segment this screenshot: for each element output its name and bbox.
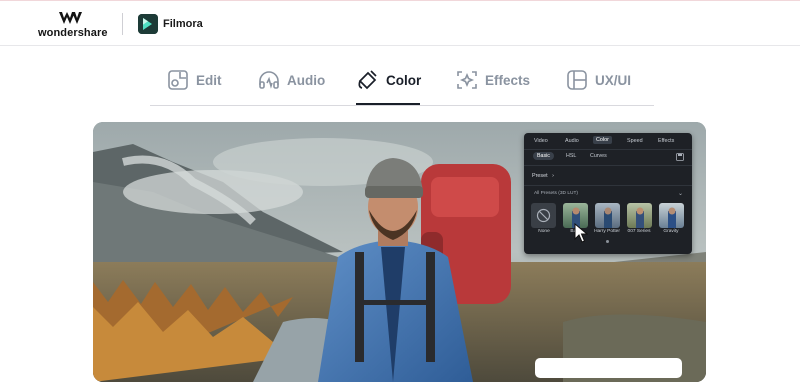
mouse-cursor-icon [574,223,588,243]
tab-edit-label: Edit [196,72,222,88]
tab-audio[interactable]: Audio [257,66,325,94]
panel-divider [524,165,692,166]
preset-thumbnail [668,207,676,228]
panel-divider [524,149,692,150]
tab-audio-label: Audio [287,72,326,88]
no-filter-icon [536,208,551,223]
effects-sparkle-icon [457,71,477,89]
wondershare-logo[interactable]: wondershare [38,11,108,39]
preset-007-series-label: 007 Series [627,229,651,234]
subtab-basic[interactable]: Basic [533,152,554,160]
wondershare-wordmark: wondershare [38,27,108,39]
preset-007-series[interactable] [627,203,652,228]
color-panel: Video Audio Color Speed Effects Basic HS… [524,133,692,254]
edit-icon [168,70,188,90]
panel-tab-effects[interactable]: Effects [658,138,674,144]
header-divider [122,13,123,35]
tab-effects[interactable]: Effects [455,66,530,94]
tab-ux-ui[interactable]: UX/UI [565,66,631,94]
tab-color[interactable]: Color [356,66,421,94]
active-tab-indicator [356,103,420,105]
subtab-curves[interactable]: Curves [590,153,607,159]
hero-video[interactable]: Video Audio Color Speed Effects Basic HS… [93,122,706,382]
filmora-logo-icon[interactable] [138,14,158,34]
preset-thumbnail [636,207,644,228]
preset-chevron-icon: › [552,173,554,179]
panel-tab-speed[interactable]: Speed [627,138,643,144]
preset-label: Preset [532,173,548,179]
preset-none[interactable] [531,203,556,228]
feature-tabs: Edit Audio Color Effects UX/UI [150,60,654,106]
headphones-icon [259,71,279,89]
carousel-indicator [606,240,609,243]
save-icon[interactable] [676,153,684,161]
top-bar: wondershare Filmora [0,0,800,46]
all-presets-dropdown[interactable]: All Presets (3D LUT) [534,191,578,196]
preset-gravity-label: Gravity [663,229,679,234]
filmora-label[interactable]: Filmora [163,18,203,30]
preset-thumbnail [604,207,612,228]
tab-ux-ui-label: UX/UI [595,72,632,88]
panel-divider [524,185,692,186]
panel-tab-audio[interactable]: Audio [565,138,579,144]
tab-edit[interactable]: Edit [166,66,222,94]
preset-gravity[interactable] [659,203,684,228]
layout-icon [567,70,587,90]
tab-color-label: Color [386,72,422,88]
chevron-down-icon[interactable]: ⌄ [678,190,683,197]
cta-button[interactable] [535,358,682,378]
preset-harry-potter[interactable] [595,203,620,228]
preset-section[interactable]: Preset › [532,173,554,179]
preset-none-label: None [538,229,550,234]
tab-effects-label: Effects [485,72,531,88]
subtab-hsl[interactable]: HSL [566,153,576,159]
preset-harry-potter-label: Harry Potter [594,229,620,234]
paint-bucket-icon [358,70,377,90]
wondershare-mark-icon [59,12,82,24]
panel-tab-video[interactable]: Video [534,138,548,144]
panel-tab-color[interactable]: Color [593,136,612,144]
